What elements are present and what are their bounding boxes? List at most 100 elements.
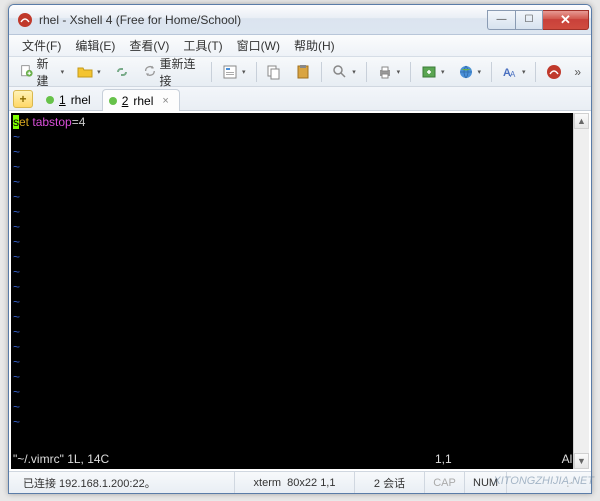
tab-label: rhel bbox=[71, 93, 91, 107]
paste-icon bbox=[295, 64, 311, 80]
terminal-tilde: ~ bbox=[13, 355, 589, 370]
app-window: rhel - Xshell 4 (Free for Home/School) —… bbox=[8, 4, 592, 494]
reconnect-button[interactable]: 重新连接 bbox=[138, 61, 206, 83]
dropdown-icon: ▾ bbox=[441, 68, 445, 76]
tabbar: + 1 rhel 2 rhel × bbox=[9, 87, 591, 111]
minimize-button[interactable]: — bbox=[487, 10, 515, 30]
menubar: 文件(F) 编辑(E) 查看(V) 工具(T) 窗口(W) 帮助(H) bbox=[9, 35, 591, 57]
menu-view[interactable]: 查看(V) bbox=[122, 35, 176, 56]
scroll-up-icon[interactable]: ▲ bbox=[574, 113, 589, 129]
transfer-icon bbox=[421, 64, 437, 80]
close-button[interactable]: ✕ bbox=[543, 10, 589, 30]
font-button[interactable]: AA ▾ bbox=[497, 61, 531, 83]
dropdown-icon: ▾ bbox=[61, 68, 65, 76]
paste-button[interactable] bbox=[290, 61, 316, 83]
vim-cursor-pos: 1,1 bbox=[435, 452, 535, 467]
globe-icon bbox=[458, 64, 474, 80]
add-tab-button[interactable]: + bbox=[13, 90, 33, 108]
copy-icon bbox=[266, 64, 282, 80]
window-controls: — ☐ ✕ bbox=[487, 10, 589, 30]
terminal-tilde: ~ bbox=[13, 370, 589, 385]
statusbar: 已连接 192.168.1.200:22。 xterm 80x22 1,1 2 … bbox=[9, 471, 591, 493]
font-icon: AA bbox=[502, 64, 518, 80]
tab-close-icon[interactable]: × bbox=[162, 95, 168, 107]
new-label: 新建 bbox=[36, 55, 56, 89]
tab-2[interactable]: 2 rhel × bbox=[102, 89, 180, 111]
dropdown-icon: ▾ bbox=[522, 68, 526, 76]
separator bbox=[256, 62, 257, 82]
tab-number: 1 bbox=[59, 93, 66, 107]
separator bbox=[535, 62, 536, 82]
search-icon bbox=[332, 64, 348, 80]
new-button[interactable]: 新建 ▾ bbox=[15, 61, 69, 83]
separator bbox=[321, 62, 322, 82]
window-title: rhel - Xshell 4 (Free for Home/School) bbox=[39, 13, 487, 27]
find-button[interactable]: ▾ bbox=[327, 61, 361, 83]
vim-file-info: "~/.vimrc" 1L, 14C bbox=[13, 452, 109, 467]
menu-window[interactable]: 窗口(W) bbox=[230, 35, 287, 56]
dropdown-icon: ▾ bbox=[97, 68, 101, 76]
terminal-tilde: ~ bbox=[13, 415, 589, 430]
toolbar-overflow[interactable]: » bbox=[570, 65, 585, 79]
dropdown-icon: ▾ bbox=[478, 68, 482, 76]
transfer-button[interactable]: ▾ bbox=[416, 61, 450, 83]
link-icon bbox=[114, 64, 130, 80]
status-dot-icon bbox=[109, 97, 117, 105]
properties-button[interactable]: ▾ bbox=[217, 61, 251, 83]
menu-edit[interactable]: 编辑(E) bbox=[68, 35, 122, 56]
printer-icon bbox=[377, 64, 393, 80]
tab-1[interactable]: 1 rhel bbox=[39, 88, 102, 110]
status-connection: 已连接 192.168.1.200:22。 bbox=[15, 472, 235, 493]
terminal-tilde: ~ bbox=[13, 235, 589, 250]
link-button[interactable] bbox=[109, 61, 135, 83]
vim-status-line: "~/.vimrc" 1L, 14C 1,1 All bbox=[13, 452, 575, 467]
xshell-icon bbox=[546, 64, 562, 80]
menu-help[interactable]: 帮助(H) bbox=[287, 35, 342, 56]
resize-grip[interactable]: ⋰ bbox=[507, 472, 585, 493]
open-button[interactable]: ▾ bbox=[72, 61, 106, 83]
terminal-line: set tabstop=4 bbox=[13, 115, 589, 130]
terminal-tilde: ~ bbox=[13, 130, 589, 145]
terminal-tilde: ~ bbox=[13, 175, 589, 190]
maximize-button[interactable]: ☐ bbox=[515, 10, 543, 30]
dropdown-icon: ▾ bbox=[352, 68, 356, 76]
terminal-tilde: ~ bbox=[13, 160, 589, 175]
menu-file[interactable]: 文件(F) bbox=[15, 35, 68, 56]
terminal-tilde: ~ bbox=[13, 205, 589, 220]
titlebar: rhel - Xshell 4 (Free for Home/School) —… bbox=[9, 5, 591, 35]
terminal-tilde: ~ bbox=[13, 250, 589, 265]
reconnect-icon bbox=[143, 64, 157, 80]
terminal-tilde: ~ bbox=[13, 280, 589, 295]
scrollbar[interactable]: ▲ ▼ bbox=[573, 113, 589, 469]
menu-tools[interactable]: 工具(T) bbox=[176, 35, 229, 56]
terminal-container: set tabstop=4 ~ ~ ~ ~ ~ ~ ~ ~ ~ ~ ~ ~ ~ … bbox=[9, 111, 591, 471]
folder-icon bbox=[77, 64, 93, 80]
toolbar: 新建 ▾ ▾ 重新连接 ▾ ▾ bbox=[9, 57, 591, 87]
terminal-tilde: ~ bbox=[13, 310, 589, 325]
terminal-tilde: ~ bbox=[13, 295, 589, 310]
terminal-tilde: ~ bbox=[13, 220, 589, 235]
svg-text:A: A bbox=[510, 70, 516, 79]
vim-scroll-pct: All bbox=[535, 452, 575, 467]
terminal[interactable]: set tabstop=4 ~ ~ ~ ~ ~ ~ ~ ~ ~ ~ ~ ~ ~ … bbox=[11, 113, 589, 469]
properties-icon bbox=[222, 64, 238, 80]
terminal-tilde: ~ bbox=[13, 340, 589, 355]
tab-label: rhel bbox=[133, 94, 153, 108]
separator bbox=[366, 62, 367, 82]
status-sessions: 2 会话 bbox=[355, 472, 425, 493]
xshell-button[interactable] bbox=[541, 61, 567, 83]
separator bbox=[491, 62, 492, 82]
tab-number: 2 bbox=[122, 94, 129, 108]
terminal-tilde: ~ bbox=[13, 325, 589, 340]
print-button[interactable]: ▾ bbox=[372, 61, 406, 83]
globe-button[interactable]: ▾ bbox=[453, 61, 487, 83]
copy-button[interactable] bbox=[261, 61, 287, 83]
dropdown-icon: ▾ bbox=[242, 68, 246, 76]
separator bbox=[211, 62, 212, 82]
dropdown-icon: ▾ bbox=[397, 68, 401, 76]
scroll-down-icon[interactable]: ▼ bbox=[574, 453, 589, 469]
terminal-tilde: ~ bbox=[13, 385, 589, 400]
status-dot-icon bbox=[46, 96, 54, 104]
new-icon bbox=[20, 64, 33, 80]
app-icon bbox=[17, 12, 33, 28]
